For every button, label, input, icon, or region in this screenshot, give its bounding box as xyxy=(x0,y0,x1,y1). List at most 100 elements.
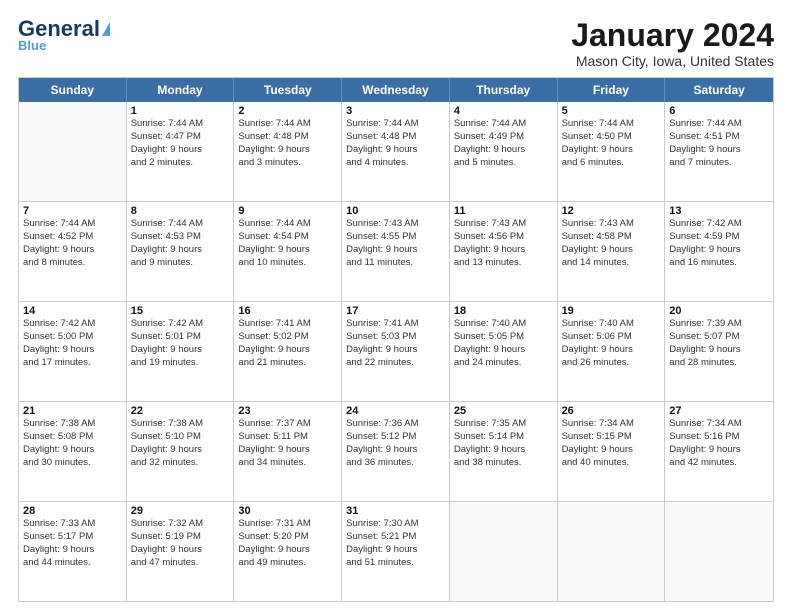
cell-info-line: Sunset: 5:21 PM xyxy=(346,531,445,544)
day-number: 17 xyxy=(346,305,445,317)
cell-info-line: Daylight: 9 hours xyxy=(238,244,337,257)
cell-info-line: and 51 minutes. xyxy=(346,557,445,570)
cell-info-line: Sunrise: 7:31 AM xyxy=(238,518,337,531)
logo-triangle-icon xyxy=(102,22,110,36)
cell-info-line: Sunrise: 7:39 AM xyxy=(669,318,769,331)
calendar-cell: 24Sunrise: 7:36 AMSunset: 5:12 PMDayligh… xyxy=(342,402,450,501)
cell-info-line: Daylight: 9 hours xyxy=(238,444,337,457)
calendar-header: SundayMondayTuesdayWednesdayThursdayFrid… xyxy=(19,78,773,102)
cell-info-line: and 11 minutes. xyxy=(346,257,445,270)
cell-info-line: Sunrise: 7:37 AM xyxy=(238,418,337,431)
cell-info-line: and 28 minutes. xyxy=(669,357,769,370)
day-header-sunday: Sunday xyxy=(19,78,127,102)
day-header-tuesday: Tuesday xyxy=(234,78,342,102)
cell-info-line: Daylight: 9 hours xyxy=(23,544,122,557)
calendar-cell: 9Sunrise: 7:44 AMSunset: 4:54 PMDaylight… xyxy=(234,202,342,301)
day-header-saturday: Saturday xyxy=(665,78,773,102)
cell-info-line: Sunset: 5:11 PM xyxy=(238,431,337,444)
cell-info-line: Sunset: 5:00 PM xyxy=(23,331,122,344)
calendar-cell: 7Sunrise: 7:44 AMSunset: 4:52 PMDaylight… xyxy=(19,202,127,301)
cell-info-line: Sunrise: 7:44 AM xyxy=(238,118,337,131)
day-number: 18 xyxy=(454,305,553,317)
cell-info-line: Daylight: 9 hours xyxy=(562,444,661,457)
day-number: 30 xyxy=(238,505,337,517)
cell-info-line: and 14 minutes. xyxy=(562,257,661,270)
calendar-cell: 11Sunrise: 7:43 AMSunset: 4:56 PMDayligh… xyxy=(450,202,558,301)
day-number: 11 xyxy=(454,205,553,217)
day-number: 31 xyxy=(346,505,445,517)
calendar-cell: 21Sunrise: 7:38 AMSunset: 5:08 PMDayligh… xyxy=(19,402,127,501)
cell-info-line: and 2 minutes. xyxy=(131,157,230,170)
cell-info-line: and 19 minutes. xyxy=(131,357,230,370)
day-header-friday: Friday xyxy=(558,78,666,102)
cell-info-line: Sunset: 5:12 PM xyxy=(346,431,445,444)
calendar-cell: 25Sunrise: 7:35 AMSunset: 5:14 PMDayligh… xyxy=(450,402,558,501)
calendar-cell: 4Sunrise: 7:44 AMSunset: 4:49 PMDaylight… xyxy=(450,102,558,201)
cell-info-line: Daylight: 9 hours xyxy=(454,144,553,157)
day-number: 4 xyxy=(454,105,553,117)
cell-info-line: Sunrise: 7:34 AM xyxy=(562,418,661,431)
cell-info-line: and 49 minutes. xyxy=(238,557,337,570)
cell-info-line: Sunrise: 7:44 AM xyxy=(454,118,553,131)
cell-info-line: Daylight: 9 hours xyxy=(454,444,553,457)
calendar-cell: 14Sunrise: 7:42 AMSunset: 5:00 PMDayligh… xyxy=(19,302,127,401)
cell-info-line: and 17 minutes. xyxy=(23,357,122,370)
cell-info-line: Sunset: 4:47 PM xyxy=(131,131,230,144)
cell-info-line: and 47 minutes. xyxy=(131,557,230,570)
cell-info-line: Sunrise: 7:44 AM xyxy=(131,218,230,231)
calendar-cell: 31Sunrise: 7:30 AMSunset: 5:21 PMDayligh… xyxy=(342,502,450,601)
day-number: 10 xyxy=(346,205,445,217)
day-number: 24 xyxy=(346,405,445,417)
cell-info-line: Daylight: 9 hours xyxy=(562,144,661,157)
calendar-week-4: 21Sunrise: 7:38 AMSunset: 5:08 PMDayligh… xyxy=(19,402,773,502)
calendar-week-3: 14Sunrise: 7:42 AMSunset: 5:00 PMDayligh… xyxy=(19,302,773,402)
cell-info-line: Sunrise: 7:35 AM xyxy=(454,418,553,431)
cell-info-line: Daylight: 9 hours xyxy=(131,444,230,457)
cell-info-line: and 7 minutes. xyxy=(669,157,769,170)
cell-info-line: and 9 minutes. xyxy=(131,257,230,270)
cell-info-line: Daylight: 9 hours xyxy=(454,244,553,257)
cell-info-line: Sunset: 5:07 PM xyxy=(669,331,769,344)
cell-info-line: Daylight: 9 hours xyxy=(23,444,122,457)
cell-info-line: Sunrise: 7:43 AM xyxy=(454,218,553,231)
cell-info-line: Sunset: 5:01 PM xyxy=(131,331,230,344)
day-number: 29 xyxy=(131,505,230,517)
cell-info-line: Sunset: 4:49 PM xyxy=(454,131,553,144)
day-number: 19 xyxy=(562,305,661,317)
cell-info-line: Daylight: 9 hours xyxy=(346,244,445,257)
cell-info-line: Daylight: 9 hours xyxy=(669,444,769,457)
cell-info-line: Sunrise: 7:43 AM xyxy=(562,218,661,231)
cell-info-line: Daylight: 9 hours xyxy=(23,344,122,357)
cell-info-line: and 34 minutes. xyxy=(238,457,337,470)
cell-info-line: Sunset: 4:56 PM xyxy=(454,231,553,244)
cell-info-line: Sunset: 4:48 PM xyxy=(238,131,337,144)
title-block: January 2024 Mason City, Iowa, United St… xyxy=(571,18,774,69)
cell-info-line: and 32 minutes. xyxy=(131,457,230,470)
cell-info-line: Sunset: 5:15 PM xyxy=(562,431,661,444)
cell-info-line: Daylight: 9 hours xyxy=(562,244,661,257)
cell-info-line: Sunset: 4:52 PM xyxy=(23,231,122,244)
cell-info-line: Daylight: 9 hours xyxy=(346,544,445,557)
header: General Blue January 2024 Mason City, Io… xyxy=(18,18,774,69)
cell-info-line: Sunset: 4:58 PM xyxy=(562,231,661,244)
logo-general: General xyxy=(18,18,100,40)
cell-info-line: and 13 minutes. xyxy=(454,257,553,270)
calendar-cell: 1Sunrise: 7:44 AMSunset: 4:47 PMDaylight… xyxy=(127,102,235,201)
main-title: January 2024 xyxy=(571,18,774,53)
cell-info-line: Sunrise: 7:41 AM xyxy=(346,318,445,331)
calendar-cell xyxy=(665,502,773,601)
cell-info-line: and 22 minutes. xyxy=(346,357,445,370)
cell-info-line: Sunset: 5:19 PM xyxy=(131,531,230,544)
cell-info-line: Sunset: 4:53 PM xyxy=(131,231,230,244)
calendar-cell xyxy=(450,502,558,601)
day-number: 6 xyxy=(669,105,769,117)
cell-info-line: Daylight: 9 hours xyxy=(669,344,769,357)
calendar-cell: 10Sunrise: 7:43 AMSunset: 4:55 PMDayligh… xyxy=(342,202,450,301)
calendar-cell: 6Sunrise: 7:44 AMSunset: 4:51 PMDaylight… xyxy=(665,102,773,201)
day-header-monday: Monday xyxy=(127,78,235,102)
cell-info-line: and 30 minutes. xyxy=(23,457,122,470)
calendar-cell: 8Sunrise: 7:44 AMSunset: 4:53 PMDaylight… xyxy=(127,202,235,301)
logo: General Blue xyxy=(18,18,110,53)
day-number: 22 xyxy=(131,405,230,417)
calendar-cell: 22Sunrise: 7:38 AMSunset: 5:10 PMDayligh… xyxy=(127,402,235,501)
